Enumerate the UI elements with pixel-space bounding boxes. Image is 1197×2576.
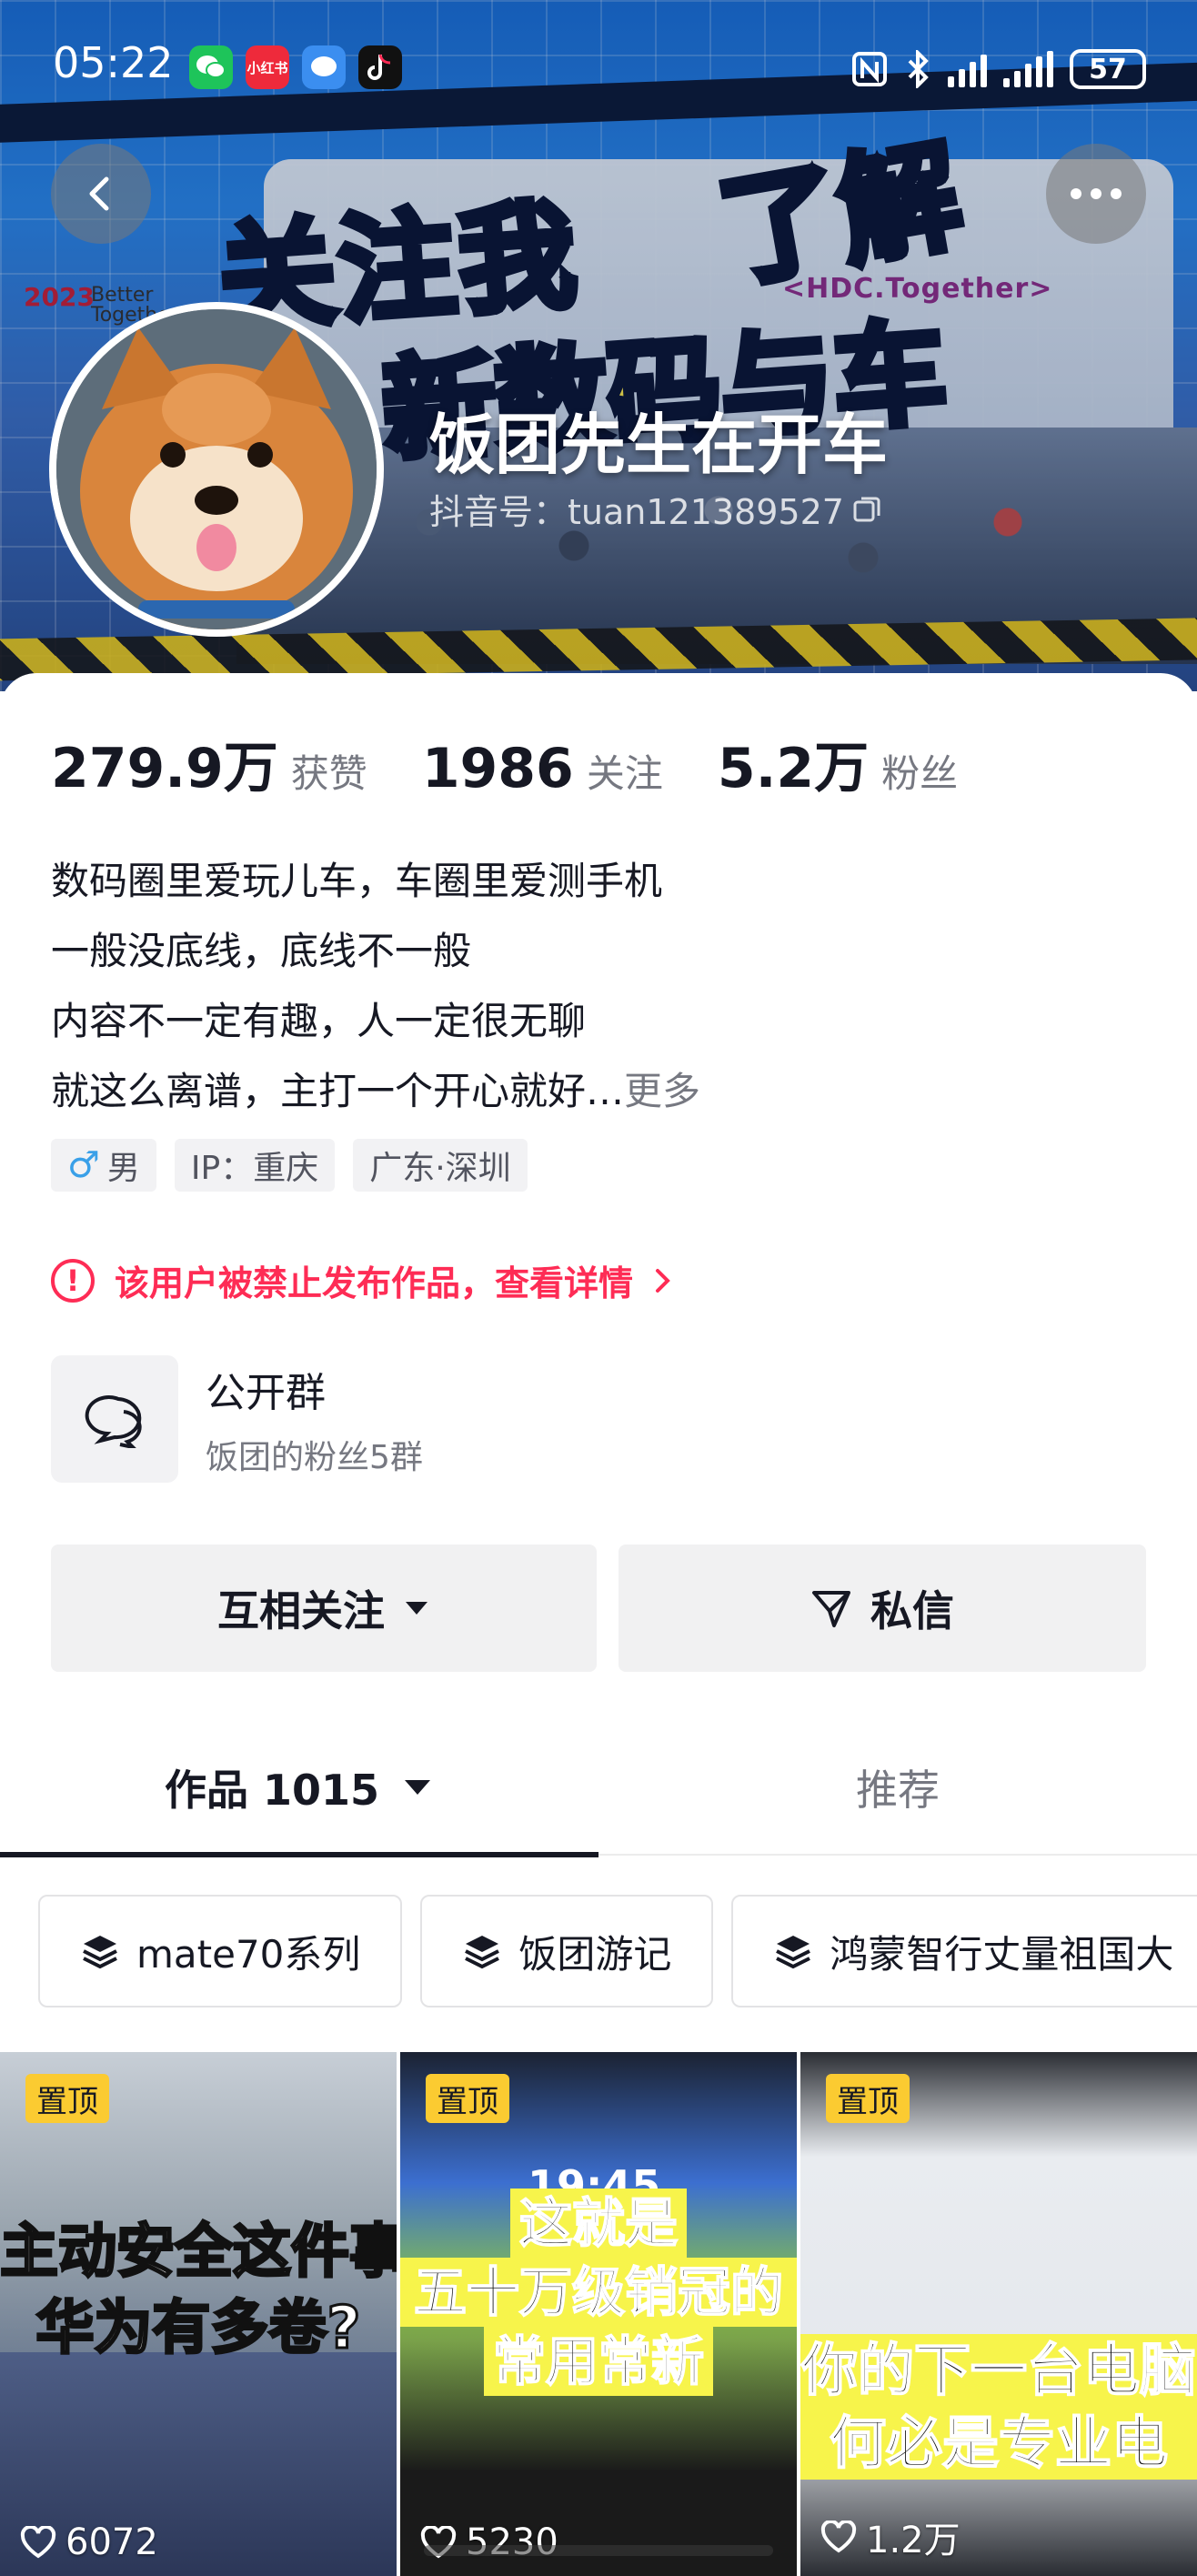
collection-chip-label: 饭团游记: [518, 1931, 672, 1977]
heart-icon: [20, 2526, 56, 2559]
chevron-left-icon: [89, 176, 109, 211]
likes-count: 279.9万: [51, 737, 278, 800]
follow-status-label: 互相关注: [217, 1586, 385, 1635]
send-icon: [812, 1591, 850, 1627]
bio-line: 一般没底线，底线不一般: [51, 929, 472, 973]
group-subtitle: 饭团的粉丝5群: [206, 1439, 423, 1476]
status-bar: 05:22 小红书 57: [0, 0, 1197, 146]
video-caption-line: 你的下一台电脑: [800, 2334, 1197, 2407]
collection-chip[interactable]: mate70系列: [38, 1895, 403, 2007]
tab-recommend[interactable]: 推荐: [598, 1719, 1197, 1856]
message-label: 私信: [870, 1586, 954, 1635]
bio-line: 数码圈里爱玩儿车，车圈里爱测手机: [51, 859, 663, 903]
pinned-badge: 置顶: [426, 2074, 509, 2123]
group-text: 公开群 饭团的粉丝5群: [206, 1360, 423, 1478]
video-grid: 主动安全这件事 华为有多卷? 置顶 6072 19:45 这就是 五十万级销冠的…: [0, 2052, 1197, 2576]
following-label[interactable]: 关注: [587, 743, 663, 799]
heart-icon: [820, 2521, 857, 2553]
chevron-right-icon: [656, 1268, 670, 1293]
profile-bio: 数码圈里爱玩儿车，车圈里爱测手机 一般没底线，底线不一般 内容不一定有趣，人一定…: [51, 846, 700, 1126]
layers-icon: [776, 1936, 811, 1969]
message-button[interactable]: 私信: [619, 1545, 1146, 1672]
collection-chip-label: mate70系列: [136, 1931, 361, 1977]
followers-count[interactable]: 5.2万: [718, 724, 869, 803]
more-dots-icon: [1071, 188, 1122, 199]
bio-more-link[interactable]: 更多: [624, 1069, 700, 1113]
gender-text: 男: [106, 1150, 140, 1187]
video-caption-line: 这就是: [509, 2189, 687, 2258]
ban-warning[interactable]: ! 该用户被禁止发布作品，查看详情: [51, 1255, 673, 1305]
video-likes-count: 5230: [466, 2521, 558, 2563]
wechat-icon: [189, 45, 233, 89]
follow-status-button[interactable]: 互相关注: [51, 1545, 597, 1672]
video-caption: 主动安全这件事 华为有多卷?: [0, 2214, 397, 2367]
male-icon: ♂: [67, 1144, 100, 1186]
profile-tags: ♂ 男 IP：重庆 广东·深圳: [51, 1139, 528, 1192]
video-caption-line: 五十万级销冠的: [400, 2258, 797, 2327]
douyin-icon: [358, 45, 402, 89]
video-likes-count: 6072: [65, 2521, 158, 2563]
caret-down-icon: [405, 1780, 431, 1795]
profile-nickname: 饭团先生在开车: [429, 407, 889, 483]
video-thumbnail[interactable]: 你的下一台电脑 何必是专业电 置顶 1.2万: [800, 2052, 1197, 2576]
video-caption-line: 何必是专业电: [800, 2407, 1197, 2480]
layers-icon: [465, 1936, 500, 1969]
message-icon: [302, 45, 346, 89]
profile-account-id[interactable]: 抖音号：tuan121389527: [429, 484, 882, 534]
more-button[interactable]: [1046, 144, 1146, 244]
account-id-text: 抖音号：tuan121389527: [429, 492, 844, 532]
tab-works-label: 作品 1015: [164, 1766, 380, 1815]
bluetooth-icon: [908, 50, 929, 88]
video-likes-count: 1.2万: [866, 2520, 961, 2561]
video-likes: 6072: [20, 2521, 158, 2563]
home-indicator: [424, 2545, 773, 2556]
status-time: 05:22: [53, 38, 174, 87]
layers-icon: [83, 1936, 117, 1969]
pinned-badge: 置顶: [25, 2074, 109, 2123]
profile-stats: 279.9万 获赞 1986 关注 5.2万 粉丝: [51, 724, 1012, 803]
following-count[interactable]: 1986: [422, 737, 574, 800]
tab-works[interactable]: 作品 1015: [0, 1719, 598, 1857]
status-right-icons: 57: [851, 49, 1146, 89]
followers-label[interactable]: 粉丝: [881, 743, 958, 799]
video-caption-line: 华为有多卷?: [35, 2294, 362, 2364]
video-caption-line: 常用常新: [483, 2327, 713, 2396]
location-tag: 广东·深圳: [353, 1139, 528, 1192]
bio-line: 内容不一定有趣，人一定很无聊: [51, 999, 587, 1043]
video-thumbnail[interactable]: 19:45 这就是 五十万级销冠的 常用常新 置顶 5230: [400, 2052, 797, 2576]
bio-line: 就这么离谱，主打一个开心就好…更多: [51, 1056, 700, 1126]
alert-icon: !: [51, 1258, 95, 1303]
group-chat-icon: [51, 1355, 178, 1483]
copy-icon[interactable]: [851, 494, 882, 525]
public-group-entry[interactable]: 公开群 饭团的粉丝5群: [51, 1355, 423, 1483]
bio-line-text: 就这么离谱，主打一个开心就好…: [51, 1069, 625, 1113]
ip-tag: IP：重庆: [174, 1139, 336, 1192]
avatar[interactable]: [49, 302, 384, 637]
collection-chips: mate70系列 饭团游记 鸿蒙智行丈量祖国大: [38, 1895, 1197, 2007]
collection-chip[interactable]: 鸿蒙智行丈量祖国大: [731, 1895, 1197, 2007]
collection-chip-label: 鸿蒙智行丈量祖国大: [830, 1931, 1174, 1977]
battery-indicator: 57: [1070, 49, 1146, 89]
likes-label: 获赞: [290, 751, 367, 796]
video-caption-line: 主动安全这件事: [0, 2218, 397, 2288]
video-caption: 这就是 五十万级销冠的 常用常新: [400, 2189, 797, 2396]
nfc-icon: [852, 52, 887, 86]
video-likes: 1.2万: [820, 2511, 961, 2563]
pinned-badge: 置顶: [826, 2074, 910, 2123]
xiaohongshu-icon: 小红书: [246, 45, 289, 89]
video-thumbnail[interactable]: 主动安全这件事 华为有多卷? 置顶 6072: [0, 2052, 397, 2576]
video-caption: 你的下一台电脑 何必是专业电: [800, 2334, 1197, 2480]
caret-down-icon: [406, 1602, 428, 1615]
gender-tag: ♂ 男: [51, 1139, 156, 1192]
signal-icon: [948, 51, 987, 87]
shiba-dog-avatar-image: [56, 309, 377, 629]
back-button[interactable]: [51, 144, 151, 244]
ban-warning-text: 该用户被禁止发布作品，查看详情: [115, 1263, 634, 1303]
profile-tabs: 作品 1015 推荐: [0, 1719, 1197, 1857]
group-title: 公开群: [206, 1370, 326, 1416]
video-likes: 5230: [420, 2521, 558, 2563]
signal-2-icon: [1003, 51, 1053, 87]
collection-chip[interactable]: 饭团游记: [420, 1895, 714, 2007]
